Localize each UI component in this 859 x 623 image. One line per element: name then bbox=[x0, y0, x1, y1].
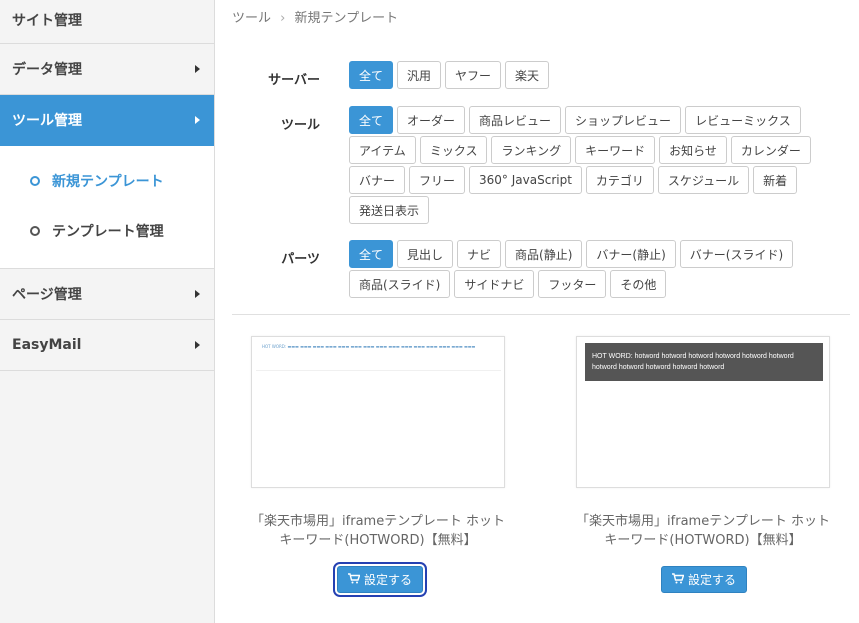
server-filter-rakuten[interactable]: 楽天 bbox=[505, 61, 550, 89]
server-filter-yahoo[interactable]: ヤフー bbox=[445, 61, 502, 89]
thumbnail-preview: HOT WORD: ▬▬▬ ▬▬▬ ▬▬▬ ▬▬▬ ▬▬▬ ▬▬▬ ▬▬▬ ▬▬… bbox=[256, 341, 501, 371]
submenu-item-label: テンプレート管理 bbox=[52, 224, 164, 240]
sidebar-item-label: ページ管理 bbox=[12, 287, 82, 303]
tool-filter-option[interactable]: 新着 bbox=[753, 166, 798, 194]
parts-filter-label: パーツ bbox=[281, 252, 320, 267]
breadcrumb-separator: › bbox=[280, 11, 286, 26]
tool-filter-option[interactable]: フリー bbox=[409, 166, 466, 194]
server-filter-label: サーバー bbox=[268, 73, 320, 88]
parts-filter-option[interactable]: バナー(スライド) bbox=[679, 240, 794, 268]
cart-icon bbox=[348, 572, 361, 587]
sidebar: サイト管理 データ管理 ツール管理 新規テンプレート テンプレート管理 ページ管… bbox=[0, 0, 215, 623]
main-content: ツール › 新規テンプレート サーバー 全て 汎用 ヤフー 楽天 ツール 全て … bbox=[216, 0, 859, 623]
set-button-label: 設定する bbox=[364, 573, 413, 587]
breadcrumb-root[interactable]: ツール bbox=[232, 11, 271, 26]
tool-filter-buttons: 全て オーダー 商品レビュー ショップレビュー レビューミックス アイテム ミッ… bbox=[349, 106, 829, 226]
thumbnail-preview: HOT WORD: hotword hotword hotword hotwor… bbox=[585, 343, 823, 381]
set-template-button[interactable]: 設定する bbox=[661, 566, 748, 593]
server-filter-buttons: 全て 汎用 ヤフー 楽天 bbox=[349, 61, 829, 91]
tool-filter-option[interactable]: 商品レビュー bbox=[469, 106, 562, 134]
parts-filter-option[interactable]: 商品(静止) bbox=[505, 240, 583, 268]
cart-icon bbox=[672, 572, 685, 587]
parts-filter-buttons: 全て 見出し ナビ 商品(静止) バナー(静止) バナー(スライド) 商品(スラ… bbox=[349, 240, 829, 300]
template-card: HOT WORD: ▬▬▬ ▬▬▬ ▬▬▬ ▬▬▬ ▬▬▬ ▬▬▬ ▬▬▬ ▬▬… bbox=[251, 336, 505, 550]
template-thumbnail[interactable]: HOT WORD: hotword hotword hotword hotwor… bbox=[576, 336, 830, 488]
parts-filter-option[interactable]: サイドナビ bbox=[454, 270, 535, 298]
submenu-item-new-template[interactable]: 新規テンプレート bbox=[0, 156, 214, 206]
caret-right-icon bbox=[195, 290, 200, 298]
server-filter-all[interactable]: 全て bbox=[349, 61, 394, 89]
tool-filter-option[interactable]: 全て bbox=[349, 106, 394, 134]
parts-filter-option[interactable]: バナー(静止) bbox=[586, 240, 676, 268]
breadcrumb: ツール › 新規テンプレート bbox=[232, 7, 398, 26]
sidebar-item-data[interactable]: データ管理 bbox=[0, 44, 214, 95]
parts-filter-option[interactable]: 全て bbox=[349, 240, 394, 268]
template-title: 「楽天市場用」iframeテンプレート ホットキーワード(HOTWORD)【無料… bbox=[251, 514, 505, 548]
set-template-button[interactable]: 設定する bbox=[332, 562, 428, 597]
circle-icon bbox=[30, 226, 40, 236]
divider bbox=[232, 314, 850, 315]
sidebar-item-label: サイト管理 bbox=[12, 13, 82, 29]
tool-filter-option[interactable]: オーダー bbox=[397, 106, 466, 134]
tool-filter-option[interactable]: ミックス bbox=[419, 136, 488, 164]
server-filter-row: サーバー bbox=[216, 69, 320, 88]
tool-filter-option[interactable]: バナー bbox=[349, 166, 406, 194]
tool-filter-option[interactable]: ランキング bbox=[491, 136, 572, 164]
server-filter-generic[interactable]: 汎用 bbox=[397, 61, 442, 89]
tool-filter-label: ツール bbox=[280, 118, 320, 133]
template-card: HOT WORD: hotword hotword hotword hotwor… bbox=[576, 336, 830, 550]
sidebar-item-label: EasyMail bbox=[12, 337, 82, 353]
caret-right-icon bbox=[195, 116, 200, 124]
caret-right-icon bbox=[195, 341, 200, 349]
sidebar-submenu: 新規テンプレート テンプレート管理 bbox=[0, 146, 214, 269]
parts-filter-row: パーツ bbox=[216, 248, 320, 267]
tool-filter-option[interactable]: 360° JavaScript bbox=[469, 166, 582, 194]
breadcrumb-current: 新規テンプレート bbox=[294, 11, 399, 26]
submenu-item-template-manage[interactable]: テンプレート管理 bbox=[0, 206, 214, 256]
sidebar-item-easymail[interactable]: EasyMail bbox=[0, 320, 214, 371]
template-title: 「楽天市場用」iframeテンプレート ホットキーワード(HOTWORD)【無料… bbox=[576, 514, 830, 548]
tool-filter-option[interactable]: レビューミックス bbox=[685, 106, 801, 134]
tool-filter-option[interactable]: 発送日表示 bbox=[349, 196, 430, 224]
sidebar-item-site[interactable]: サイト管理 bbox=[0, 0, 214, 44]
set-button-label: 設定する bbox=[688, 573, 737, 587]
parts-filter-option[interactable]: フッター bbox=[538, 270, 607, 298]
caret-right-icon bbox=[195, 65, 200, 73]
sidebar-item-tool[interactable]: ツール管理 bbox=[0, 95, 214, 146]
parts-filter-option[interactable]: ナビ bbox=[457, 240, 502, 268]
sidebar-item-label: ツール管理 bbox=[12, 113, 82, 129]
tool-filter-row: ツール bbox=[216, 114, 320, 133]
tool-filter-option[interactable]: スケジュール bbox=[657, 166, 750, 194]
circle-icon bbox=[30, 176, 40, 186]
tool-filter-option[interactable]: カテゴリ bbox=[585, 166, 654, 194]
template-thumbnail[interactable]: HOT WORD: ▬▬▬ ▬▬▬ ▬▬▬ ▬▬▬ ▬▬▬ ▬▬▬ ▬▬▬ ▬▬… bbox=[251, 336, 505, 488]
parts-filter-option[interactable]: 商品(スライド) bbox=[349, 270, 451, 298]
tool-filter-option[interactable]: キーワード bbox=[575, 136, 656, 164]
parts-filter-option[interactable]: その他 bbox=[610, 270, 667, 298]
tool-filter-option[interactable]: ショップレビュー bbox=[565, 106, 682, 134]
tool-filter-option[interactable]: カレンダー bbox=[730, 136, 811, 164]
tool-filter-option[interactable]: お知らせ bbox=[659, 136, 727, 164]
sidebar-item-label: データ管理 bbox=[12, 62, 82, 78]
sidebar-item-page[interactable]: ページ管理 bbox=[0, 269, 214, 320]
parts-filter-option[interactable]: 見出し bbox=[397, 240, 454, 268]
submenu-item-label: 新規テンプレート bbox=[52, 174, 164, 190]
tool-filter-option[interactable]: アイテム bbox=[349, 136, 416, 164]
